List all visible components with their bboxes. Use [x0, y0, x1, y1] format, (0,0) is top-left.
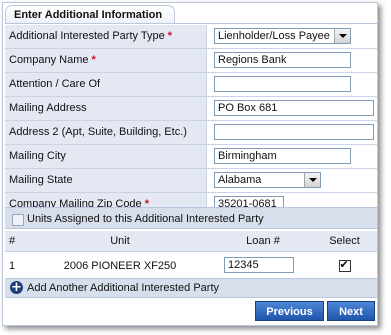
plus-circle-icon[interactable]: + — [10, 281, 23, 294]
party-type-value: Lienholder/Loss Payee — [218, 30, 330, 42]
attention-label: Attention / Care Of — [5, 73, 207, 96]
company-name-input[interactable]: Regions Bank — [214, 52, 351, 68]
mailing-state-value: Alabama — [218, 174, 262, 186]
address2-input[interactable] — [214, 124, 374, 140]
row-num: 1 — [9, 260, 16, 272]
additional-info-form: Additional Interested Party Type * Lienh… — [5, 25, 377, 217]
col-select-header: Select — [312, 231, 377, 252]
add-party-label[interactable]: Add Another Additional Interested Party — [27, 279, 219, 297]
units-section-label: Units Assigned to this Additional Intere… — [27, 213, 264, 225]
attention-input[interactable] — [214, 76, 351, 92]
col-loan-header: Loan # — [214, 231, 312, 252]
col-num-header: # — [5, 231, 26, 252]
party-type-row: Additional Interested Party Type * Lienh… — [5, 25, 377, 49]
tab-enter-additional-information[interactable]: Enter Additional Information — [5, 5, 175, 24]
attention-row: Attention / Care Of — [5, 73, 377, 97]
select-checkbox[interactable] — [338, 258, 351, 273]
additional-info-panel: Enter Additional Information Additional … — [2, 2, 378, 326]
units-table-header: # Unit Loan # Select — [5, 231, 377, 252]
mailing-state-label: Mailing State — [5, 169, 207, 192]
units-table: # Unit Loan # Select 1 2006 PIONEER XF25… — [5, 231, 377, 280]
mailing-city-row: Mailing City Birmingham — [5, 145, 377, 169]
add-party-bar[interactable]: + Add Another Additional Interested Part… — [5, 278, 377, 298]
previous-button[interactable]: Previous — [255, 301, 324, 321]
mailing-address-row: Mailing Address PO Box 681 — [5, 97, 377, 121]
party-type-select[interactable]: Lienholder/Loss Payee — [214, 28, 351, 44]
required-marker: * — [91, 54, 96, 66]
chevron-down-icon[interactable] — [304, 173, 320, 187]
loan-number-input[interactable]: 12345 — [224, 257, 294, 273]
company-name-label: Company Name * — [5, 49, 207, 72]
units-section-header: Units Assigned to this Additional Intere… — [5, 207, 377, 229]
mailing-address-label: Mailing Address — [5, 97, 207, 120]
company-name-row: Company Name * Regions Bank — [5, 49, 377, 73]
required-marker: * — [167, 30, 173, 42]
address2-row: Address 2 (Apt, Suite, Building, Etc.) — [5, 121, 377, 145]
row-unit: 2006 PIONEER XF250 — [63, 260, 177, 272]
chevron-down-icon[interactable] — [334, 29, 350, 43]
mailing-city-label: Mailing City — [5, 145, 207, 168]
address2-label: Address 2 (Apt, Suite, Building, Etc.) — [5, 121, 207, 144]
table-row: 1 2006 PIONEER XF250 12345 — [5, 252, 377, 281]
tab-divider — [5, 23, 377, 24]
mailing-city-input[interactable]: Birmingham — [214, 148, 351, 164]
mailing-state-select[interactable]: Alabama — [214, 172, 321, 188]
party-type-label: Additional Interested Party Type * — [5, 25, 207, 48]
next-button[interactable]: Next — [327, 301, 375, 321]
section-checkbox-icon — [12, 214, 24, 226]
mailing-state-row: Mailing State Alabama — [5, 169, 377, 193]
col-unit-header: Unit — [26, 231, 214, 252]
mailing-address-input[interactable]: PO Box 681 — [214, 100, 374, 116]
